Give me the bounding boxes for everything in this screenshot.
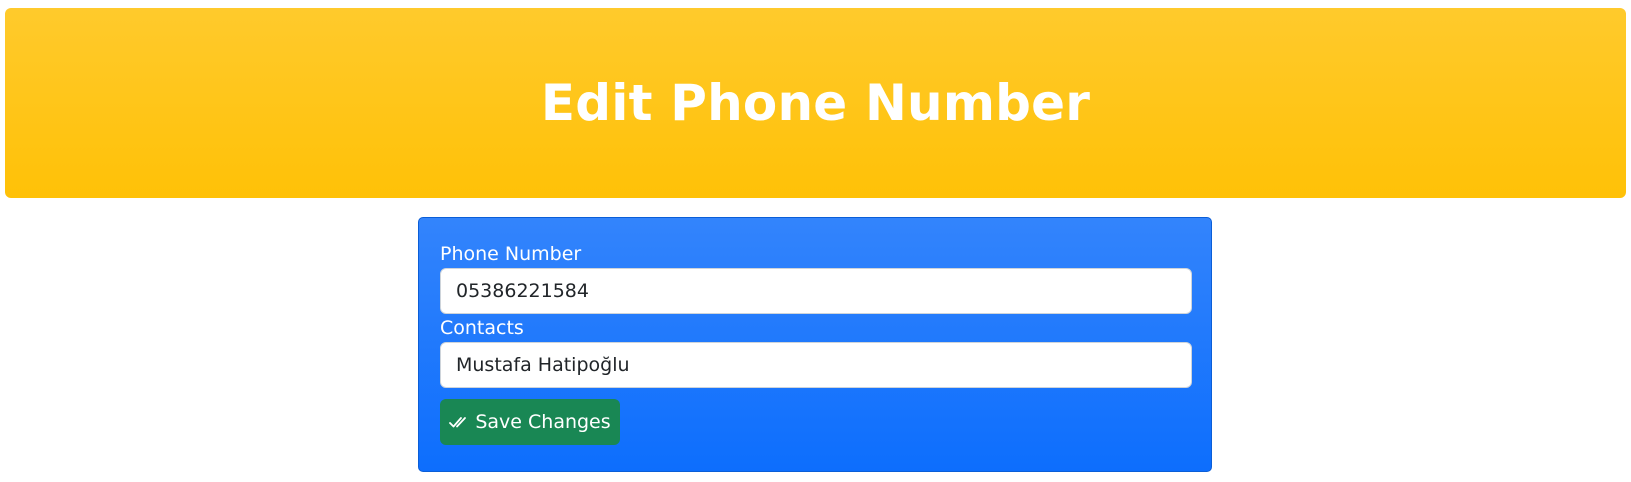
contacts-input[interactable] <box>440 342 1192 388</box>
contacts-label: Contacts <box>440 317 524 339</box>
edit-form-card: Phone Number Contacts Save Changes <box>418 217 1212 472</box>
save-changes-button[interactable]: Save Changes <box>440 399 620 445</box>
phone-number-label: Phone Number <box>440 243 582 265</box>
page-header: Edit Phone Number <box>5 8 1626 198</box>
phone-number-input[interactable] <box>440 268 1192 314</box>
page-title: Edit Phone Number <box>540 74 1091 132</box>
save-changes-label: Save Changes <box>475 411 611 433</box>
check-all-icon <box>449 415 469 429</box>
